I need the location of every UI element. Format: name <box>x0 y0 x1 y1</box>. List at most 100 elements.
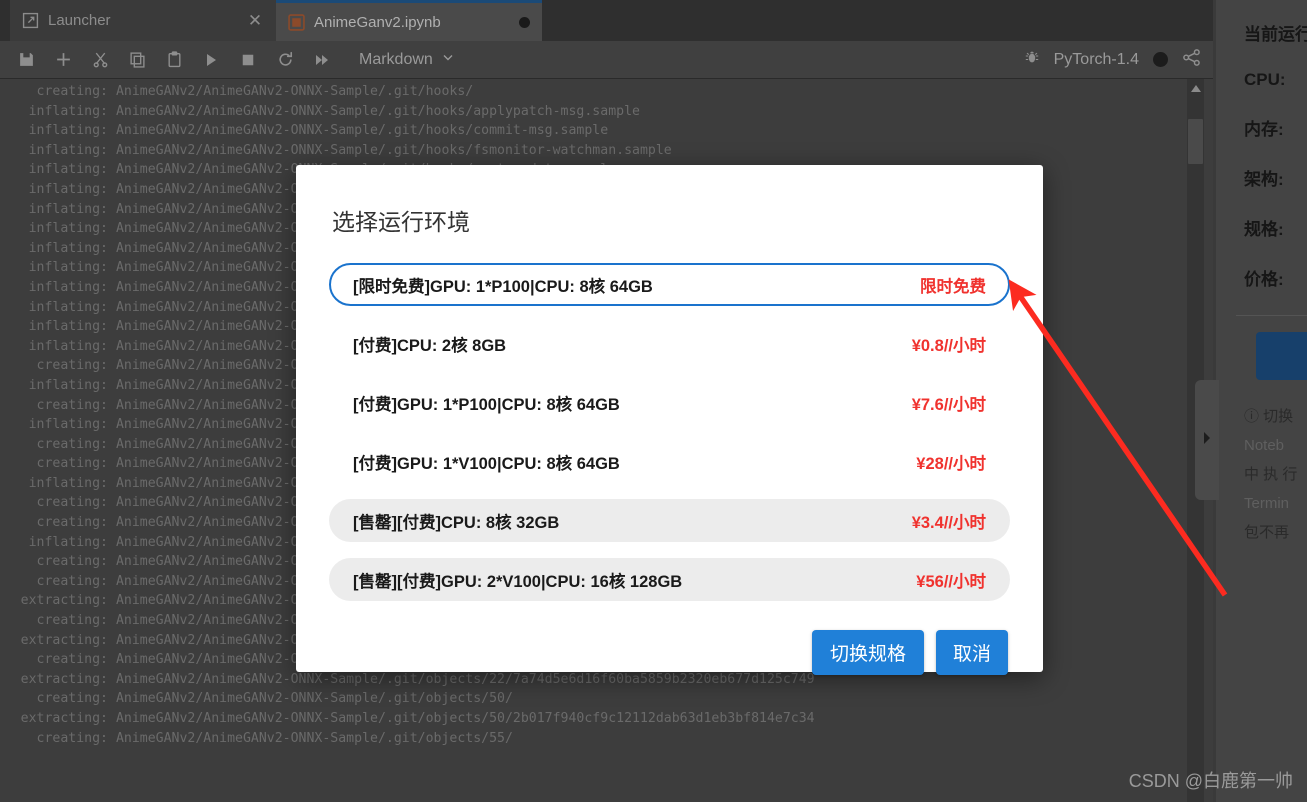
environment-option[interactable]: [付费]CPU: 2核 8GB ¥0.8//小时 <box>329 322 1010 365</box>
output-line-verb: extracting: <box>20 671 108 687</box>
output-line: extracting: AnimeGANv2/AnimeGANv2-ONNX-S… <box>0 709 1213 729</box>
environment-option-price: ¥56//小时 <box>916 572 986 591</box>
output-line-path: AnimeGANv2/AnimeGANv2-ONNX-Sample/.git/h… <box>108 84 474 99</box>
copy-button[interactable] <box>123 47 151 73</box>
clipboard-icon[interactable] <box>160 47 188 73</box>
output-line-path: AnimeGANv2/AnimeGANv2-ONNX-Sample/.git/o… <box>108 730 513 746</box>
bug-icon[interactable] <box>1024 49 1040 70</box>
kernel-busy-indicator[interactable] <box>1153 52 1168 67</box>
tab-bar: Launcher ✕ AnimeGanv2.ipynb <box>0 0 1213 41</box>
output-line-verb: extracting: <box>20 632 108 648</box>
output-line-verb: inflating: <box>28 142 108 158</box>
output-line-verb: extracting: <box>20 711 108 726</box>
output-line-verb: creating: <box>36 691 108 707</box>
panel-note-line-5: 包不再 <box>1244 524 1290 541</box>
kernel-name-label[interactable]: PyTorch-1.4 <box>1054 51 1139 69</box>
environment-option-name: [付费]CPU: 2核 8GB <box>353 336 507 355</box>
panel-row-architecture: 架构: <box>1244 170 1284 189</box>
output-line-verb: inflating: <box>28 181 108 197</box>
output-line-verb: creating: <box>36 554 108 570</box>
environment-option-price: ¥28//小时 <box>916 454 986 473</box>
confirm-switch-button[interactable]: 切换规格 <box>811 630 924 675</box>
output-line-verb: inflating: <box>28 319 108 335</box>
output-line-verb: creating: <box>36 358 108 374</box>
environment-option-name: [付费]GPU: 1*P100|CPU: 8核 64GB <box>353 395 620 414</box>
environment-option[interactable]: [付费]GPU: 1*V100|CPU: 8核 64GB ¥28//小时 <box>329 440 1010 483</box>
environment-option[interactable]: [售罄][付费]CPU: 8核 32GB ¥3.4//小时 <box>329 499 1010 542</box>
output-line-verb: creating: <box>36 515 108 531</box>
environment-option-name: [限时免费]GPU: 1*P100|CPU: 8核 64GB <box>353 277 653 296</box>
watermark: CSDN @白鹿第一帅 <box>1128 771 1293 791</box>
output-line-verb: inflating: <box>28 475 108 491</box>
panel-row-cpu: CPU: <box>1244 70 1286 89</box>
output-line: creating: AnimeGANv2/AnimeGANv2-ONNX-Sam… <box>0 689 1213 709</box>
run-button[interactable] <box>197 47 225 73</box>
environment-option[interactable]: [限时免费]GPU: 1*P100|CPU: 8核 64GB 限时免费 <box>329 263 1010 306</box>
output-line-verb: inflating: <box>28 162 108 178</box>
panel-row-memory: 内存: <box>1244 120 1284 139</box>
cell-type-label: Markdown <box>359 50 433 68</box>
environment-info-panel: 当前运行环境: CPU: 内存: 架构: 规格: 价格: ⓘ 切换 Noteb … <box>1216 0 1307 802</box>
save-button[interactable] <box>12 47 40 73</box>
output-line-verb: extracting: <box>20 593 108 609</box>
cell-type-dropdown[interactable]: Markdown <box>359 50 455 69</box>
tab-launcher-label: Launcher <box>48 12 111 29</box>
output-line-verb: creating: <box>36 436 108 452</box>
cancel-button[interactable]: 取消 <box>935 630 1008 675</box>
scroll-up-icon[interactable] <box>1187 81 1204 95</box>
output-line-verb: inflating: <box>28 377 108 393</box>
output-line-verb: creating: <box>36 730 108 746</box>
panel-divider <box>1236 315 1307 316</box>
scrollbar-thumb[interactable] <box>1188 119 1203 164</box>
notebook-icon <box>288 13 305 31</box>
restart-run-all-button[interactable] <box>308 47 336 73</box>
output-line-verb: inflating: <box>28 534 108 550</box>
launcher-icon <box>22 12 39 29</box>
environment-option[interactable]: [售罄][付费]GPU: 2*V100|CPU: 16核 128GB ¥56//小… <box>329 558 1010 601</box>
panel-row-spec: 规格: <box>1244 220 1284 239</box>
stop-button[interactable] <box>234 47 262 73</box>
environment-option-price: ¥3.4//小时 <box>911 513 986 532</box>
output-line: inflating: AnimeGANv2/AnimeGANv2-ONNX-Sa… <box>0 141 1213 161</box>
close-icon[interactable]: ✕ <box>246 12 264 29</box>
share-icon[interactable] <box>1182 48 1201 72</box>
environment-option-price: 限时免费 <box>920 277 986 296</box>
tab-animeganv2-notebook[interactable]: AnimeGanv2.ipynb <box>276 0 542 41</box>
output-line: inflating: AnimeGANv2/AnimeGANv2-ONNX-Sa… <box>0 121 1213 141</box>
select-environment-dialog: 选择运行环境 [限时免费]GPU: 1*P100|CPU: 8核 64GB 限时免… <box>296 165 1043 675</box>
panel-note-line-4: Termin <box>1244 495 1290 512</box>
restart-button[interactable] <box>271 47 299 73</box>
environment-option-name: [售罄][付费]GPU: 2*V100|CPU: 16核 128GB <box>353 572 683 591</box>
environment-option[interactable]: [付费]GPU: 1*P100|CPU: 8核 64GB ¥7.6//小时 <box>329 381 1010 424</box>
output-line-verb: creating: <box>36 456 108 472</box>
output-line-path: AnimeGANv2/AnimeGANv2-ONNX-Sample/.git/h… <box>108 142 672 158</box>
output-line-verb: creating: <box>36 613 108 629</box>
output-line-path: AnimeGANv2/AnimeGANv2-ONNX-Sample/.git/h… <box>108 123 609 139</box>
output-line-verb: inflating: <box>28 221 108 237</box>
output-line-verb: creating: <box>36 84 108 99</box>
output-line-verb: creating: <box>36 495 108 511</box>
panel-collapse-handle[interactable] <box>1195 380 1219 500</box>
switch-environment-button[interactable] <box>1256 332 1307 380</box>
chevron-down-icon <box>441 50 455 69</box>
output-line: creating: AnimeGANv2/AnimeGANv2-ONNX-Sam… <box>0 729 1213 749</box>
unsaved-indicator-icon[interactable] <box>519 16 530 28</box>
tab-launcher[interactable]: Launcher ✕ <box>10 0 276 41</box>
panel-note-line-2: Noteb <box>1244 437 1285 454</box>
insert-cell-button[interactable] <box>49 47 77 73</box>
panel-note-line-3: 中 执 行 <box>1244 466 1298 483</box>
panel-row-current-env: 当前运行环境: <box>1244 25 1307 44</box>
output-line-verb: inflating: <box>28 201 108 217</box>
environment-option-name: [售罄][付费]CPU: 8核 32GB <box>353 513 560 532</box>
cut-button[interactable] <box>86 47 114 73</box>
environment-option-price: ¥0.8//小时 <box>911 336 986 355</box>
screenshot-root: Launcher ✕ AnimeGanv2.ipynb Markdown PyT… <box>0 0 1307 802</box>
output-line-verb: creating: <box>36 397 108 413</box>
output-line-verb: inflating: <box>28 417 108 433</box>
output-line: inflating: AnimeGANv2/AnimeGANv2-ONNX-Sa… <box>0 102 1213 122</box>
dialog-title: 选择运行环境 <box>332 209 470 235</box>
output-line-verb: inflating: <box>28 260 108 276</box>
environment-option-price: ¥7.6//小时 <box>911 395 986 414</box>
jupyterlab-app: Launcher ✕ AnimeGanv2.ipynb Markdown PyT… <box>0 0 1307 802</box>
output-line-verb: creating: <box>36 573 108 589</box>
